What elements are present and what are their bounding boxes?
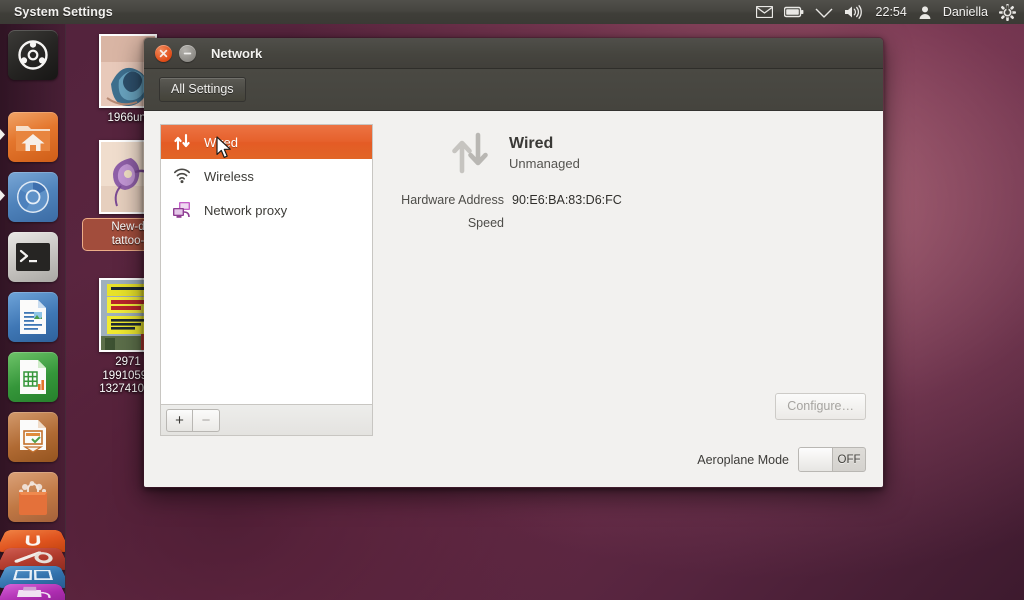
sidebar-item-wireless[interactable]: Wireless [161, 159, 372, 193]
panel-app-title: System Settings [14, 5, 113, 19]
aeroplane-mode-toggle[interactable]: OFF [798, 447, 866, 472]
battery-icon[interactable] [783, 6, 804, 18]
device-properties: Hardware Address 90:E6:BA:83:D6:FC Speed [373, 193, 869, 230]
launcher-item-ubuntu-dash[interactable] [8, 30, 58, 80]
launcher-item-libreoffice-impress[interactable] [8, 412, 58, 462]
mouse-cursor [216, 136, 233, 160]
window-title: Network [211, 45, 263, 61]
network-settings-window: Network All Settings Wired [143, 37, 884, 488]
device-list-panel: Wired Wireless [160, 124, 373, 436]
property-label: Speed [467, 216, 504, 230]
wired-arrows-icon [447, 130, 493, 176]
unity-launcher[interactable]: U [0, 24, 66, 600]
launcher-running-pip [0, 190, 6, 201]
window-toolbar: All Settings [144, 69, 883, 111]
sidebar-item-network-proxy[interactable]: Network proxy [161, 193, 372, 227]
wired-icon [172, 132, 192, 152]
user-icon[interactable] [919, 5, 931, 19]
close-button[interactable] [155, 44, 172, 62]
aeroplane-mode-row: Aeroplane Mode OFF [697, 447, 866, 472]
device-header-text: Wired Unmanaged [509, 134, 580, 173]
all-settings-button[interactable]: All Settings [159, 77, 246, 102]
sidebar-item-label: Network proxy [204, 202, 288, 218]
device-list-toolbar: + − [160, 404, 373, 436]
volume-icon[interactable] [844, 5, 864, 19]
session-gear-icon[interactable] [999, 3, 1016, 21]
window-content: Wired Wireless [144, 111, 883, 487]
launcher-item-terminal[interactable] [8, 232, 58, 282]
launcher-item-libreoffice-calc[interactable] [8, 352, 58, 402]
launcher-item-libreoffice-writer[interactable] [8, 292, 58, 342]
panel-indicators: 22:54 Daniella [755, 3, 1024, 21]
launcher-running-pip [0, 129, 6, 140]
network-icon[interactable] [815, 6, 833, 18]
launcher-item-software-center[interactable] [8, 472, 58, 522]
property-value: 90:E6:BA:83:D6:FC [512, 193, 622, 207]
add-connection-button[interactable]: + [166, 408, 193, 432]
sidebar-item-label: Wireless [204, 168, 254, 184]
property-label: Hardware Address [401, 193, 504, 207]
panel-username[interactable]: Daniella [943, 5, 988, 19]
minimize-button[interactable] [179, 44, 196, 62]
top-panel: System Settings 22:54 Daniella [0, 0, 1024, 24]
property-row: Hardware Address 90:E6:BA:83:D6:FC [373, 193, 869, 207]
sidebar-item-wired[interactable]: Wired [161, 125, 372, 159]
aeroplane-mode-label: Aeroplane Mode [697, 452, 789, 467]
property-row: Speed [373, 216, 869, 230]
device-detail-panel: Wired Unmanaged Hardware Address 90:E6:B… [373, 124, 869, 476]
configure-button: Configure… [775, 393, 866, 420]
panel-clock[interactable]: 22:54 [875, 5, 908, 19]
remove-connection-button: − [193, 408, 220, 432]
device-header: Wired Unmanaged [447, 130, 869, 176]
launcher-item-files-home[interactable] [8, 112, 58, 162]
launcher-item-printer[interactable] [0, 584, 65, 600]
window-titlebar[interactable]: Network [144, 38, 883, 69]
device-list[interactable]: Wired Wireless [160, 124, 373, 404]
device-name: Wired [509, 134, 554, 152]
mail-icon[interactable] [755, 6, 773, 18]
toggle-knob [799, 448, 833, 471]
wireless-icon [172, 166, 192, 186]
toggle-state-label: OFF [837, 453, 861, 466]
device-state: Unmanaged [509, 155, 580, 171]
launcher-item-chromium-browser[interactable] [8, 172, 58, 222]
network-proxy-icon [172, 200, 192, 220]
